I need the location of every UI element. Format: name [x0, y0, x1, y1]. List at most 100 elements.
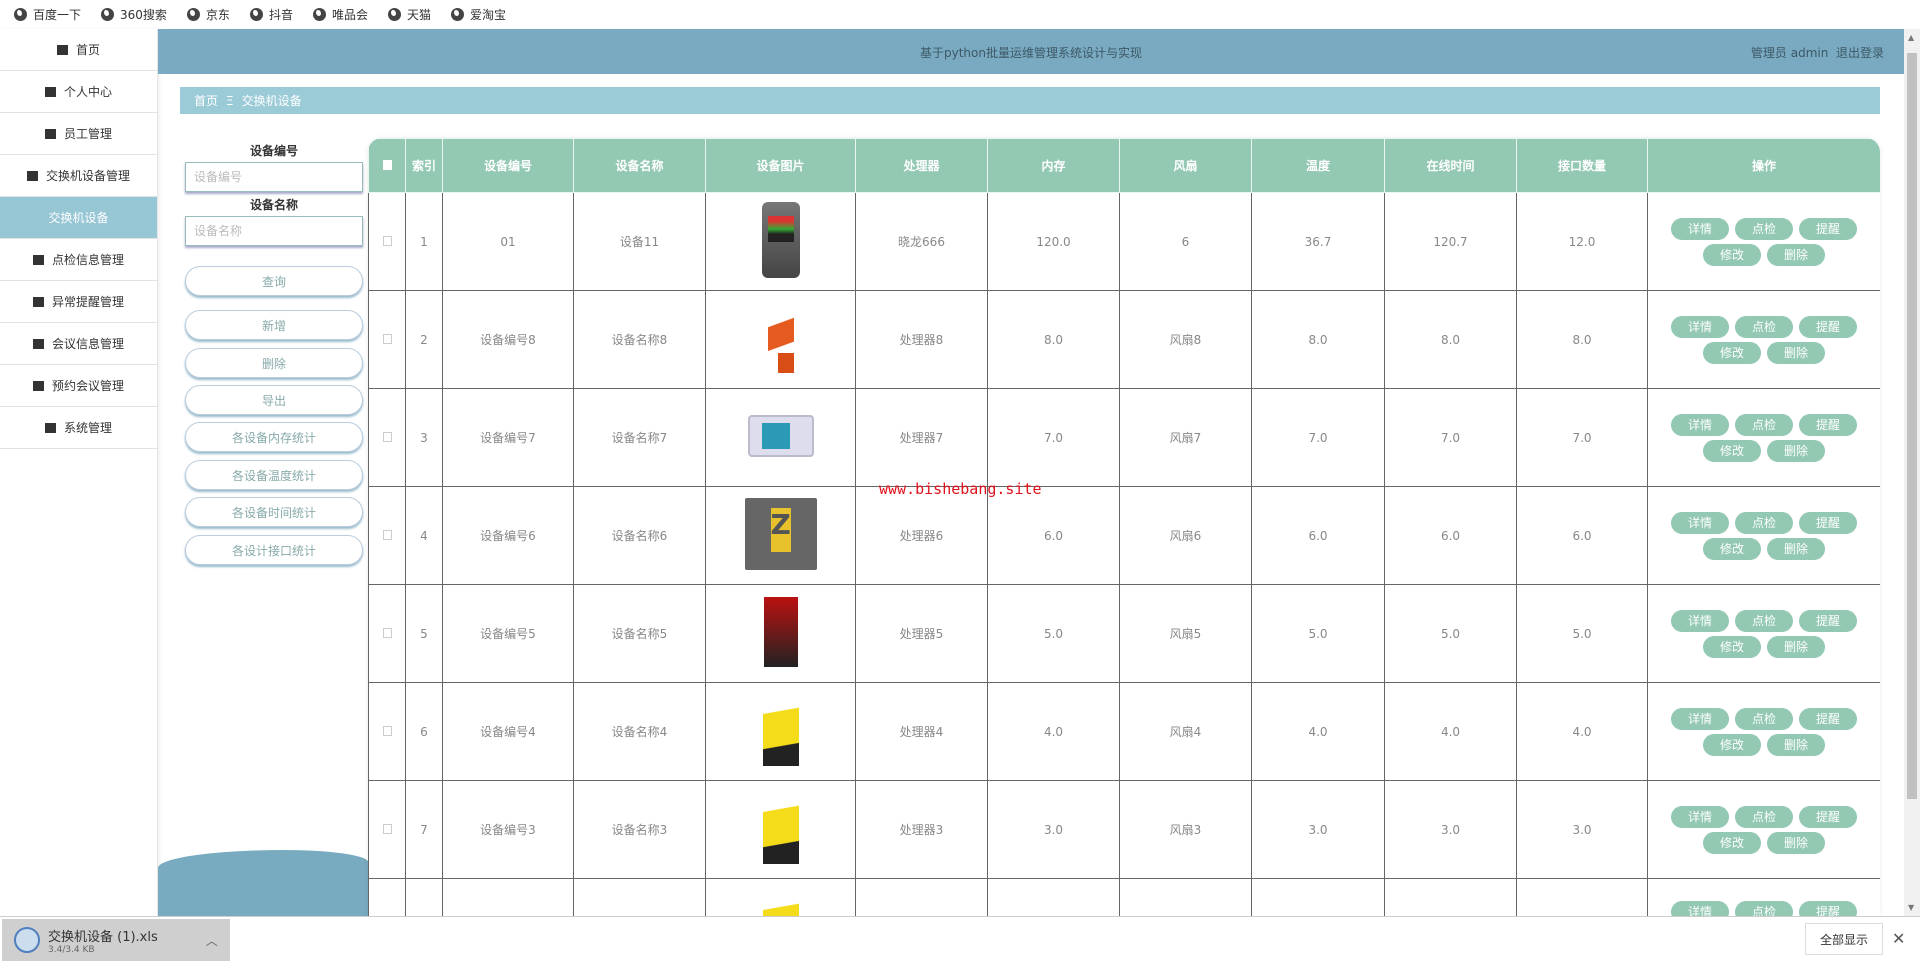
- search-action-button-4[interactable]: 各设备内存统计: [185, 422, 363, 452]
- scroll-down-icon[interactable]: ▼: [1908, 903, 1914, 912]
- action-button-0[interactable]: 详情: [1671, 901, 1729, 916]
- action-button-2[interactable]: 提醒: [1799, 511, 1857, 534]
- search-action-button-3[interactable]: 导出: [185, 385, 363, 415]
- sidebar-item-5[interactable]: 点检信息管理: [0, 239, 157, 281]
- action-button-0[interactable]: 详情: [1671, 217, 1729, 240]
- row-select-cell[interactable]: [368, 486, 406, 585]
- action-button-3[interactable]: 修改: [1703, 243, 1761, 266]
- action-button-1[interactable]: 点检: [1735, 609, 1793, 632]
- bookmark-5[interactable]: 天猫: [387, 6, 431, 23]
- action-button-1[interactable]: 点检: [1735, 217, 1793, 240]
- search-action-button-5[interactable]: 各设备温度统计: [185, 460, 363, 490]
- close-icon[interactable]: ✕: [1892, 929, 1905, 948]
- action-button-3[interactable]: 修改: [1703, 341, 1761, 364]
- row-checkbox[interactable]: [382, 627, 392, 638]
- row-checkbox[interactable]: [382, 529, 392, 540]
- action-button-3[interactable]: 修改: [1703, 635, 1761, 658]
- action-button-2[interactable]: 提醒: [1799, 805, 1857, 828]
- action-button-3[interactable]: 修改: [1703, 439, 1761, 462]
- search-action-button-6[interactable]: 各设备时间统计: [185, 497, 363, 527]
- action-button-4[interactable]: 删除: [1767, 243, 1825, 266]
- bookmark-3[interactable]: 抖音: [249, 6, 293, 23]
- action-button-1[interactable]: 点检: [1735, 315, 1793, 338]
- row-checkbox[interactable]: [382, 823, 392, 834]
- cell-idx: 6: [405, 682, 443, 781]
- breadcrumb-home[interactable]: 首页: [194, 92, 218, 109]
- scroll-up-icon[interactable]: ▲: [1908, 33, 1914, 42]
- logout-link[interactable]: 退出登录: [1836, 46, 1884, 60]
- row-checkbox[interactable]: [382, 235, 392, 246]
- row-checkbox[interactable]: [382, 725, 392, 736]
- search-action-button-7[interactable]: 各设计接口统计: [185, 535, 363, 565]
- action-button-1[interactable]: 点检: [1735, 901, 1793, 916]
- row-select-cell[interactable]: [368, 682, 406, 781]
- row-select-cell[interactable]: [368, 878, 406, 916]
- row-select-cell[interactable]: [368, 780, 406, 879]
- action-button-2[interactable]: 提醒: [1799, 217, 1857, 240]
- scrollbar-thumb[interactable]: [1907, 53, 1917, 799]
- action-button-0[interactable]: 详情: [1671, 315, 1729, 338]
- row-select-cell[interactable]: [368, 290, 406, 389]
- action-button-3[interactable]: 修改: [1703, 733, 1761, 756]
- chevron-up-icon[interactable]: ︿: [206, 932, 218, 949]
- action-button-4[interactable]: 删除: [1767, 831, 1825, 854]
- action-button-0[interactable]: 详情: [1671, 511, 1729, 534]
- action-button-2[interactable]: 提醒: [1799, 901, 1857, 916]
- action-button-4[interactable]: 删除: [1767, 341, 1825, 364]
- cell-cpu: 处理器7: [855, 388, 988, 487]
- action-button-2[interactable]: 提醒: [1799, 413, 1857, 436]
- globe-icon: [312, 8, 326, 21]
- action-button-1[interactable]: 点检: [1735, 805, 1793, 828]
- select-all-header[interactable]: [368, 138, 406, 193]
- sidebar-item-3[interactable]: 交换机设备管理: [0, 155, 157, 197]
- sidebar-item-2[interactable]: 员工管理: [0, 113, 157, 155]
- action-button-3[interactable]: 修改: [1703, 537, 1761, 560]
- bookmark-6[interactable]: 爱淘宝: [450, 6, 506, 23]
- bookmark-1[interactable]: 360搜索: [101, 6, 167, 23]
- row-checkbox[interactable]: [382, 333, 392, 344]
- action-button-2[interactable]: 提醒: [1799, 315, 1857, 338]
- sidebar-item-7[interactable]: 会议信息管理: [0, 323, 157, 365]
- sidebar-item-4[interactable]: 交换机设备: [0, 197, 157, 239]
- action-button-2[interactable]: 提醒: [1799, 609, 1857, 632]
- action-button-0[interactable]: 详情: [1671, 707, 1729, 730]
- action-button-2[interactable]: 提醒: [1799, 707, 1857, 730]
- vertical-scrollbar[interactable]: ▲ ▼: [1904, 29, 1920, 916]
- show-all-button[interactable]: 全部显示: [1805, 923, 1883, 955]
- device-code-input[interactable]: [185, 162, 363, 192]
- sidebar-item-1[interactable]: 个人中心: [0, 71, 157, 113]
- action-button-4[interactable]: 删除: [1767, 635, 1825, 658]
- home-icon: [56, 44, 68, 55]
- sidebar-item-8[interactable]: 预约会议管理: [0, 365, 157, 407]
- action-button-4[interactable]: 删除: [1767, 733, 1825, 756]
- action-button-0[interactable]: 详情: [1671, 413, 1729, 436]
- action-button-0[interactable]: 详情: [1671, 805, 1729, 828]
- sidebar-item-label: 交换机设备: [48, 211, 109, 225]
- sidebar-item-6[interactable]: 异常提醒管理: [0, 281, 157, 323]
- row-select-cell[interactable]: [368, 192, 406, 291]
- sidebar-item-9[interactable]: 系统管理: [0, 407, 157, 449]
- action-button-3[interactable]: 修改: [1703, 831, 1761, 854]
- bookmark-0[interactable]: 百度一下: [14, 6, 81, 23]
- sidebar-item-label: 系统管理: [63, 421, 112, 435]
- search-action-button-2[interactable]: 删除: [185, 348, 363, 378]
- action-button-0[interactable]: 详情: [1671, 609, 1729, 632]
- select-all-checkbox[interactable]: [382, 159, 392, 170]
- row-select-cell[interactable]: [368, 388, 406, 487]
- search-action-button-1[interactable]: 新增: [185, 310, 363, 340]
- row-select-cell[interactable]: [368, 584, 406, 683]
- device-name-input[interactable]: [185, 216, 363, 246]
- action-button-4[interactable]: 删除: [1767, 537, 1825, 560]
- bookmark-2[interactable]: 京东: [186, 6, 230, 23]
- table-row: 5 设备编号5 设备名称5 处理器5 5.0 风扇5 5.0 5.0 5.0 详情 点检 提醒 修改 删除: [368, 584, 1880, 683]
- bookmark-4[interactable]: 唯品会: [312, 6, 368, 23]
- action-button-4[interactable]: 删除: [1767, 439, 1825, 462]
- actions-cell: 详情点检提醒修改删除: [1647, 878, 1880, 916]
- action-button-1[interactable]: 点检: [1735, 511, 1793, 534]
- action-button-1[interactable]: 点检: [1735, 707, 1793, 730]
- search-action-button-0[interactable]: 查询: [185, 266, 363, 296]
- download-item[interactable]: 交换机设备 (1).xls 3.4/3.4 KB ︿: [2, 919, 230, 961]
- sidebar-item-0[interactable]: 首页: [0, 29, 157, 71]
- row-checkbox[interactable]: [382, 431, 392, 442]
- action-button-1[interactable]: 点检: [1735, 413, 1793, 436]
